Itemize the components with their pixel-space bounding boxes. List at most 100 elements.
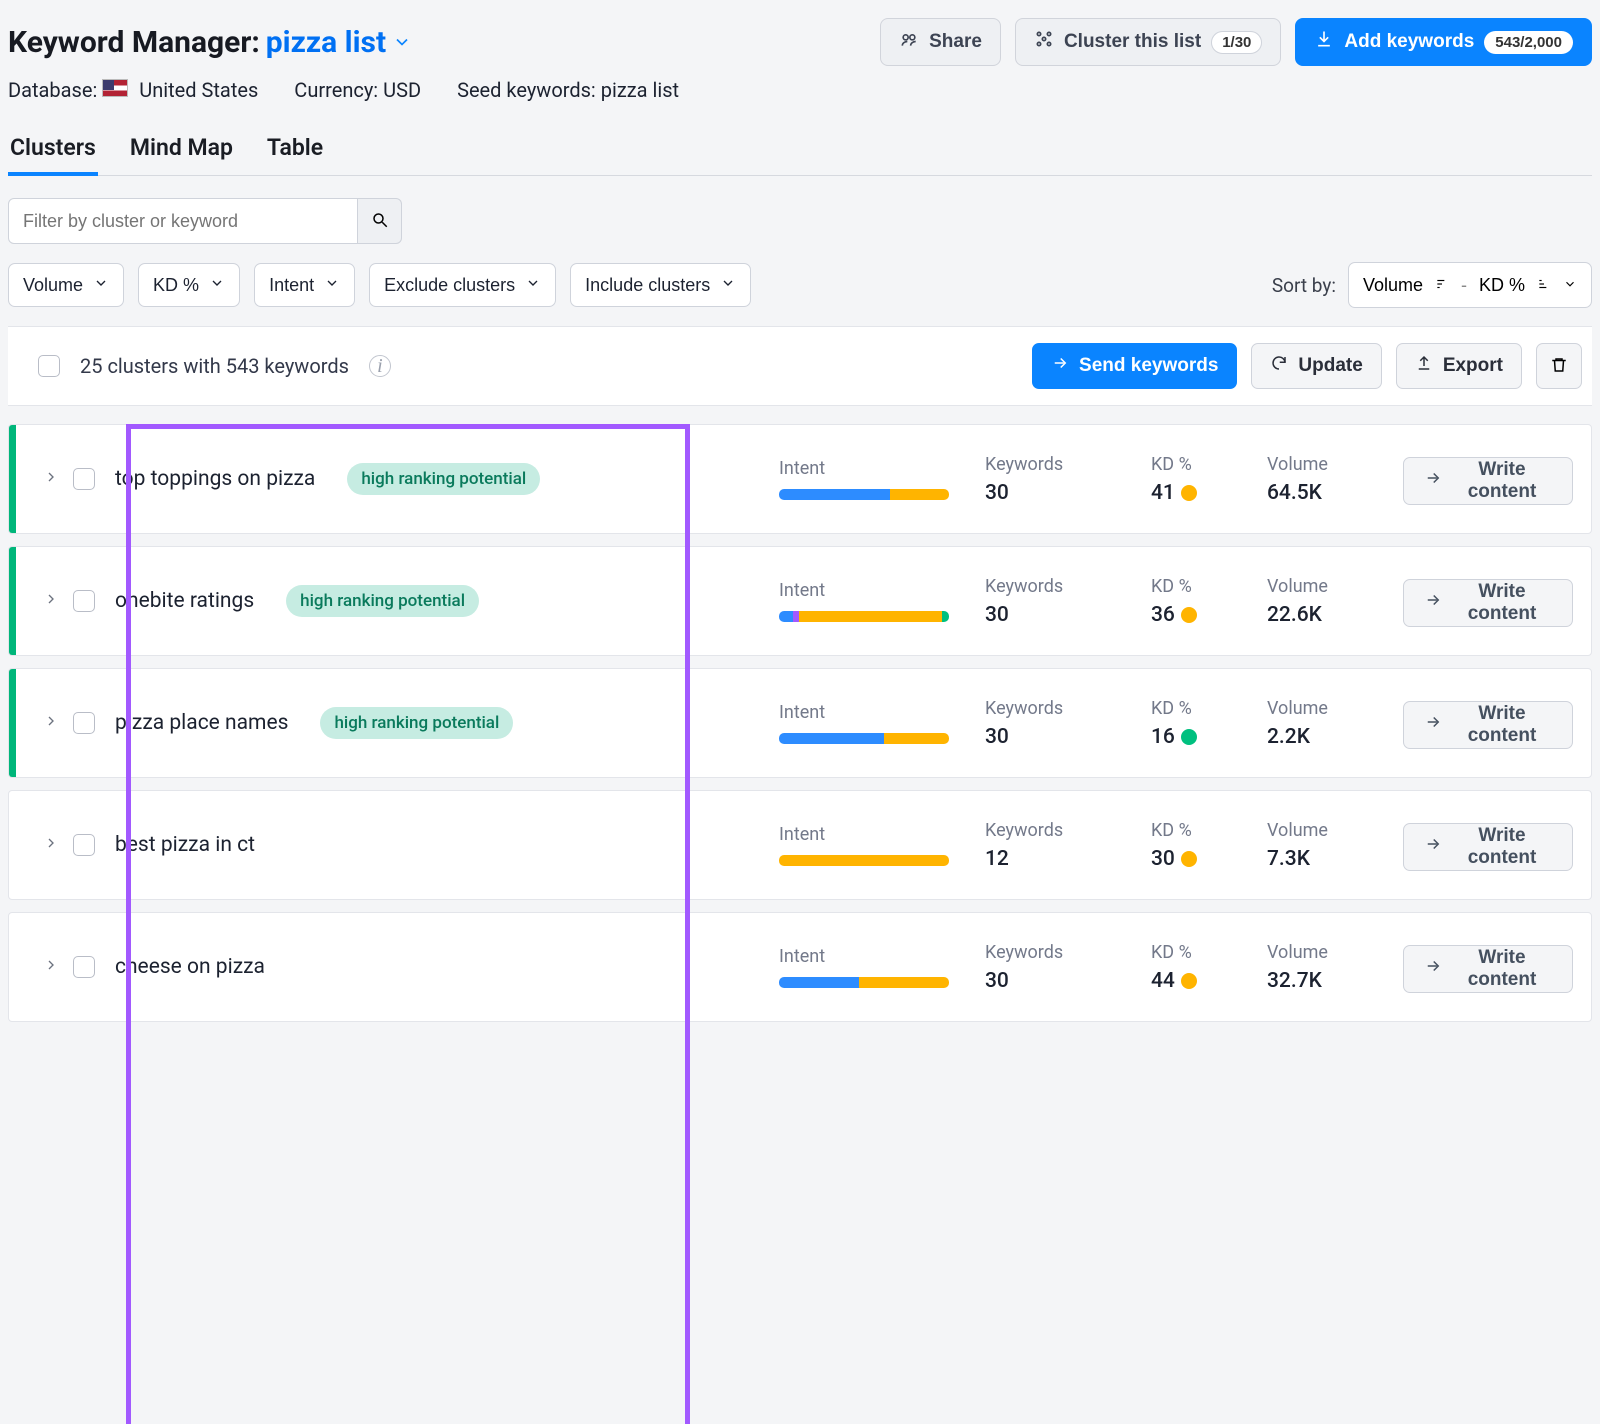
volume-label: Volume (1267, 942, 1397, 963)
cluster-row: top toppings on pizza high ranking potent… (8, 424, 1592, 534)
volume-value: 2.2K (1267, 725, 1397, 749)
expand-icon[interactable] (43, 469, 59, 489)
kd-difficulty-dot (1181, 607, 1197, 623)
cluster-row: onebite ratingshigh ranking potentialInt… (8, 546, 1592, 656)
keywords-value: 30 (985, 969, 1145, 993)
cluster-name[interactable]: top toppings on pizza (109, 467, 315, 491)
kd-value: 30 (1151, 847, 1261, 871)
write-content-button[interactable]: Write content (1403, 701, 1573, 749)
chevron-down-icon (1563, 275, 1577, 296)
row-checkbox[interactable] (73, 834, 95, 856)
delete-button[interactable] (1536, 343, 1582, 389)
kd-difficulty-dot (1181, 851, 1197, 867)
sort-asc-icon (1537, 275, 1551, 296)
arrow-right-icon (1424, 469, 1442, 493)
cluster-name[interactable]: onebite ratings (109, 589, 254, 613)
export-button[interactable]: Export (1396, 343, 1522, 389)
write-content-button[interactable]: Write content (1403, 457, 1573, 505)
row-checkbox[interactable] (73, 712, 95, 734)
write-content-button[interactable]: Write content (1403, 823, 1573, 871)
intent-filter[interactable]: Intent (254, 263, 355, 307)
us-flag-icon (102, 79, 128, 97)
info-icon[interactable]: i (369, 355, 391, 377)
intent-label: Intent (779, 580, 979, 601)
database-meta: Database: United States (8, 78, 258, 102)
row-checkbox[interactable] (73, 590, 95, 612)
download-icon (1314, 29, 1334, 55)
arrow-right-icon (1424, 591, 1442, 615)
select-all-checkbox[interactable] (38, 355, 60, 377)
expand-icon[interactable] (43, 713, 59, 733)
cluster-list-label: Cluster this list (1064, 31, 1201, 53)
update-button[interactable]: Update (1251, 343, 1381, 389)
arrow-right-icon (1051, 354, 1069, 378)
keywords-value: 30 (985, 603, 1145, 627)
chevron-down-icon (93, 275, 109, 296)
kd-difficulty-dot (1181, 729, 1197, 745)
chevron-down-icon (525, 275, 541, 296)
cluster-list-button[interactable]: Cluster this list 1/30 (1015, 18, 1281, 66)
row-checkbox[interactable] (73, 468, 95, 490)
write-content-button[interactable]: Write content (1403, 579, 1573, 627)
tab-mindmap[interactable]: Mind Map (128, 124, 235, 175)
keywords-value: 30 (985, 481, 1145, 505)
write-content-button[interactable]: Write content (1403, 945, 1573, 993)
expand-icon[interactable] (43, 835, 59, 855)
intent-bar (779, 489, 949, 500)
expand-icon[interactable] (43, 591, 59, 611)
cluster-row: best pizza in ctIntentKeywords12KD %30Vo… (8, 790, 1592, 900)
add-keywords-button[interactable]: Add keywords 543/2,000 (1295, 18, 1592, 66)
intent-label: Intent (779, 824, 979, 845)
cluster-row: cheese on pizzaIntentKeywords30KD %44Vol… (8, 912, 1592, 1022)
arrow-right-icon (1424, 713, 1442, 737)
kd-label: KD % (1151, 698, 1261, 719)
share-icon (899, 29, 919, 55)
tab-table[interactable]: Table (265, 124, 325, 175)
chevron-down-icon[interactable] (392, 25, 412, 60)
chevron-down-icon (324, 275, 340, 296)
keywords-value: 12 (985, 847, 1145, 871)
volume-value: 7.3K (1267, 847, 1397, 871)
cluster-name[interactable]: best pizza in ct (109, 833, 255, 857)
volume-label: Volume (1267, 454, 1397, 475)
intent-bar (779, 611, 949, 622)
keywords-label: Keywords (985, 820, 1145, 841)
volume-filter[interactable]: Volume (8, 263, 124, 307)
kd-filter[interactable]: KD % (138, 263, 240, 307)
exclude-clusters-filter[interactable]: Exclude clusters (369, 263, 556, 307)
intent-label: Intent (779, 458, 979, 479)
row-checkbox[interactable] (73, 956, 95, 978)
tab-clusters[interactable]: Clusters (8, 124, 98, 175)
cluster-name[interactable]: pizza place names (109, 711, 288, 735)
high-ranking-potential-badge: high ranking potential (347, 463, 540, 495)
keywords-label: Keywords (985, 576, 1145, 597)
cluster-icon (1034, 29, 1054, 55)
view-tabs: Clusters Mind Map Table (8, 124, 1592, 176)
list-name-link[interactable]: pizza list (266, 25, 386, 60)
sort-selector[interactable]: Volume - KD % (1348, 262, 1592, 308)
kd-label: KD % (1151, 820, 1261, 841)
volume-label: Volume (1267, 698, 1397, 719)
sort-label: Sort by: (1272, 274, 1336, 297)
intent-bar (779, 977, 949, 988)
intent-bar (779, 733, 949, 744)
kd-value: 36 (1151, 603, 1261, 627)
intent-label: Intent (779, 946, 979, 967)
title-prefix: Keyword Manager: (8, 25, 260, 60)
send-keywords-button[interactable]: Send keywords (1032, 343, 1237, 389)
share-label: Share (929, 31, 982, 53)
include-clusters-filter[interactable]: Include clusters (570, 263, 751, 307)
currency-meta: Currency: USD (294, 78, 421, 102)
expand-icon[interactable] (43, 957, 59, 977)
kd-difficulty-dot (1181, 973, 1197, 989)
refresh-icon (1270, 354, 1288, 378)
share-button[interactable]: Share (880, 18, 1001, 66)
filter-input[interactable] (8, 198, 358, 244)
cluster-name[interactable]: cheese on pizza (109, 955, 265, 979)
upload-icon (1415, 354, 1433, 378)
keywords-label: Keywords (985, 454, 1145, 475)
chevron-down-icon (720, 275, 736, 296)
chevron-down-icon (209, 275, 225, 296)
volume-value: 22.6K (1267, 603, 1397, 627)
search-button[interactable] (358, 198, 402, 244)
